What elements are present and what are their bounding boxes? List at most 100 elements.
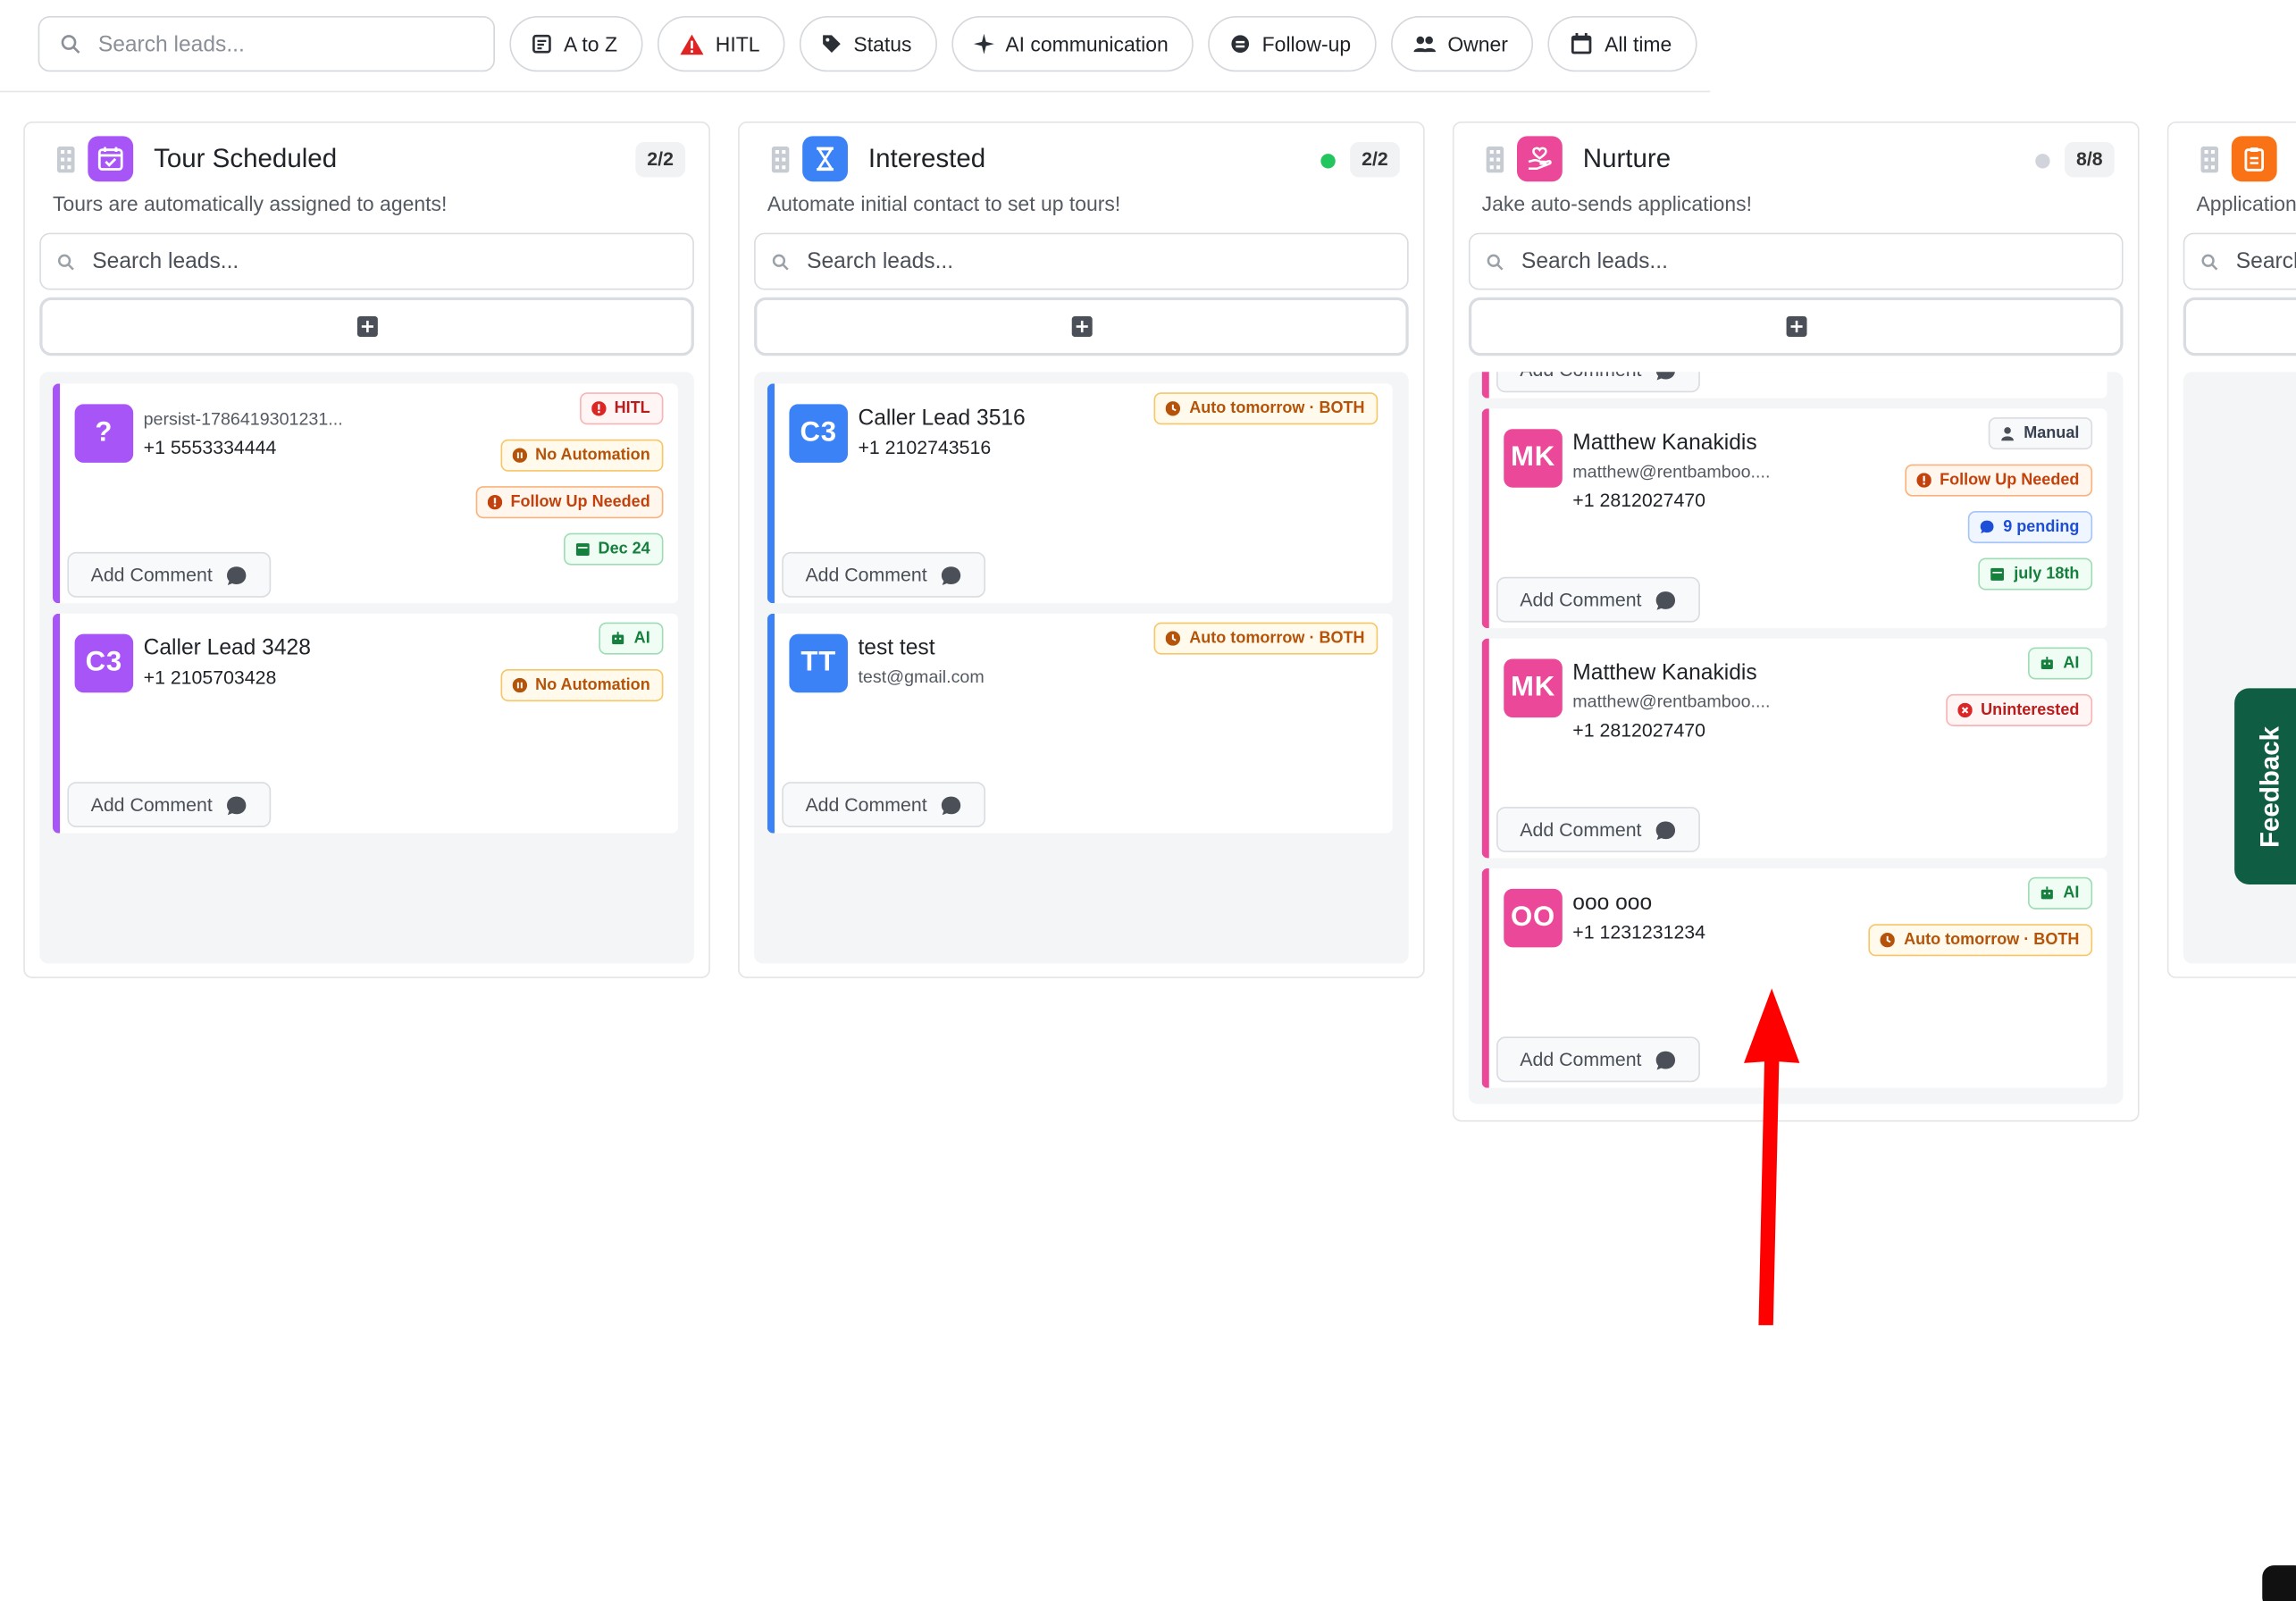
- drag-handle-icon[interactable]: [2200, 146, 2219, 173]
- add-comment-button[interactable]: Add Comment: [1496, 576, 1700, 623]
- lead-phone: +1 2105703428: [143, 666, 277, 689]
- ai-badge[interactable]: AI: [2028, 876, 2093, 909]
- ai-badge[interactable]: AI: [2028, 647, 2093, 680]
- chat-widget-button[interactable]: [2262, 1565, 2296, 1601]
- ai-badge[interactable]: AI: [599, 622, 664, 655]
- users-icon: [1412, 36, 1436, 53]
- add-comment-label: Add Comment: [90, 564, 213, 586]
- pending-messages-badge[interactable]: 9 pending: [1967, 511, 2093, 544]
- automation-badge[interactable]: No Automation: [499, 439, 664, 472]
- column-title: Interested: [867, 143, 986, 173]
- lead-name: test test: [858, 635, 935, 661]
- add-comment-button[interactable]: Add Comment: [782, 782, 986, 828]
- column-card-list: C3 Caller Lead 3516 +1 2102743516 Auto t…: [754, 372, 1409, 964]
- status-badge[interactable]: Uninterested: [1945, 693, 2093, 726]
- hitl-filter-label: HITL: [715, 32, 760, 56]
- column-search-input[interactable]: Search: [2183, 232, 2296, 290]
- badge-label: No Automation: [535, 676, 650, 694]
- automation-badge[interactable]: No Automation: [499, 669, 664, 702]
- annotation-arrow: [1744, 988, 1800, 1326]
- pause-circle-icon: [511, 448, 527, 463]
- badge-label: Follow Up Needed: [510, 493, 650, 512]
- ai-communication-filter-button[interactable]: AI communication: [951, 16, 1194, 72]
- badge-label: No Automation: [535, 446, 650, 465]
- automation-schedule-badge[interactable]: Auto tomorrow · BOTH: [1153, 622, 1378, 655]
- badge-label: Auto tomorrow · BOTH: [1904, 931, 2080, 950]
- add-lead-button[interactable]: [754, 297, 1409, 356]
- badge-label: Dec 24: [598, 540, 650, 558]
- badge-label: HITL: [614, 399, 650, 418]
- comment-icon: [941, 566, 961, 585]
- drag-handle-icon[interactable]: [771, 146, 790, 173]
- column-title: Nurture: [1582, 143, 1672, 173]
- time-range-filter-button[interactable]: All time: [1547, 16, 1697, 72]
- global-search-input[interactable]: Search leads...: [38, 16, 495, 72]
- column-count-badge: 8/8: [2064, 141, 2115, 178]
- sort-az-button[interactable]: A to Z: [509, 16, 642, 72]
- add-lead-button[interactable]: [1468, 297, 2124, 356]
- lead-name: Matthew Kanakidis: [1572, 660, 1757, 686]
- follow-up-badge[interactable]: Follow Up Needed: [475, 486, 664, 519]
- status-filter-label: Status: [853, 32, 912, 56]
- avatar: MK: [1504, 429, 1563, 488]
- lead-email: test@gmail.com: [858, 666, 985, 687]
- follow-up-filter-button[interactable]: Follow-up: [1208, 16, 1377, 72]
- lead-card[interactable]: TT test test test@gmail.com Auto tomorro…: [767, 613, 1393, 834]
- column-search-input[interactable]: Search leads...: [1468, 232, 2124, 290]
- add-comment-button[interactable]: Add Comment: [67, 782, 272, 828]
- add-comment-button[interactable]: Add Comment: [782, 551, 986, 598]
- comment-icon: [941, 796, 961, 816]
- calendar-icon: [1990, 567, 2005, 581]
- lead-card[interactable]: ? persist-1786419301231... +1 5553334444…: [53, 383, 678, 604]
- add-comment-label: Add Comment: [805, 793, 927, 816]
- add-lead-button[interactable]: [2183, 297, 2296, 356]
- add-comment-button[interactable]: Add Comment: [1496, 807, 1700, 852]
- warning-icon: [679, 33, 703, 54]
- comment-icon: [1655, 821, 1676, 841]
- lead-card[interactable]: Add Comment: [1481, 372, 2107, 398]
- lead-card[interactable]: C3 Caller Lead 3428 +1 2105703428 AI No …: [53, 613, 678, 834]
- owner-badge[interactable]: Manual: [1988, 417, 2093, 450]
- badge-label: Manual: [2024, 424, 2080, 442]
- owner-filter-button[interactable]: Owner: [1390, 16, 1533, 72]
- hitl-badge[interactable]: HITL: [579, 392, 664, 425]
- alert-circle-icon: [487, 494, 502, 510]
- follow-up-badge[interactable]: Follow Up Needed: [1904, 464, 2093, 497]
- filter-toolbar: Search leads... A to Z HITL Status AI co…: [38, 16, 1697, 72]
- add-comment-button[interactable]: Add Comment: [1496, 1036, 1700, 1083]
- automation-schedule-badge[interactable]: Auto tomorrow · BOTH: [1868, 924, 2093, 957]
- comment-icon: [1655, 372, 1675, 381]
- hitl-filter-button[interactable]: HITL: [657, 16, 785, 72]
- date-badge[interactable]: july 18th: [1978, 557, 2093, 591]
- date-badge[interactable]: Dec 24: [563, 532, 664, 566]
- lead-card[interactable]: MK Matthew Kanakidis matthew@rentbamboo.…: [1481, 408, 2107, 629]
- search-icon: [1487, 253, 1504, 270]
- feedback-label: Feedback: [2255, 725, 2285, 848]
- clock-icon: [1166, 631, 1181, 646]
- lead-name: ooo ooo: [1572, 890, 1653, 916]
- badge-label: Auto tomorrow · BOTH: [1189, 629, 1365, 648]
- feedback-tab[interactable]: Feedback: [2234, 688, 2296, 884]
- automation-schedule-badge[interactable]: Auto tomorrow · BOTH: [1153, 392, 1378, 425]
- drag-handle-icon[interactable]: [56, 146, 75, 173]
- lead-card[interactable]: C3 Caller Lead 3516 +1 2102743516 Auto t…: [767, 383, 1393, 604]
- add-comment-label: Add Comment: [1520, 818, 1642, 841]
- search-icon: [61, 35, 80, 54]
- add-comment-button[interactable]: Add Comment: [1496, 372, 1700, 393]
- status-filter-button[interactable]: Status: [799, 16, 937, 72]
- badge-label: 9 pending: [2003, 518, 2080, 536]
- x-circle-icon: [1957, 702, 1973, 718]
- column-count-badge: 2/2: [635, 141, 686, 178]
- lead-card[interactable]: MK Matthew Kanakidis matthew@rentbamboo.…: [1481, 638, 2107, 859]
- add-comment-button[interactable]: Add Comment: [67, 551, 272, 598]
- badge-label: AI: [633, 629, 650, 648]
- avatar: MK: [1504, 658, 1563, 718]
- column-search-input[interactable]: Search leads...: [754, 232, 1409, 290]
- add-lead-button[interactable]: [39, 297, 694, 356]
- add-comment-label: Add Comment: [90, 793, 213, 816]
- column-search-input[interactable]: Search leads...: [39, 232, 694, 290]
- drag-handle-icon[interactable]: [1486, 146, 1504, 173]
- follow-up-filter-label: Follow-up: [1261, 32, 1352, 56]
- column-description: Jake auto-sends applications!: [1481, 191, 1752, 215]
- badge-label: Auto tomorrow · BOTH: [1189, 399, 1365, 418]
